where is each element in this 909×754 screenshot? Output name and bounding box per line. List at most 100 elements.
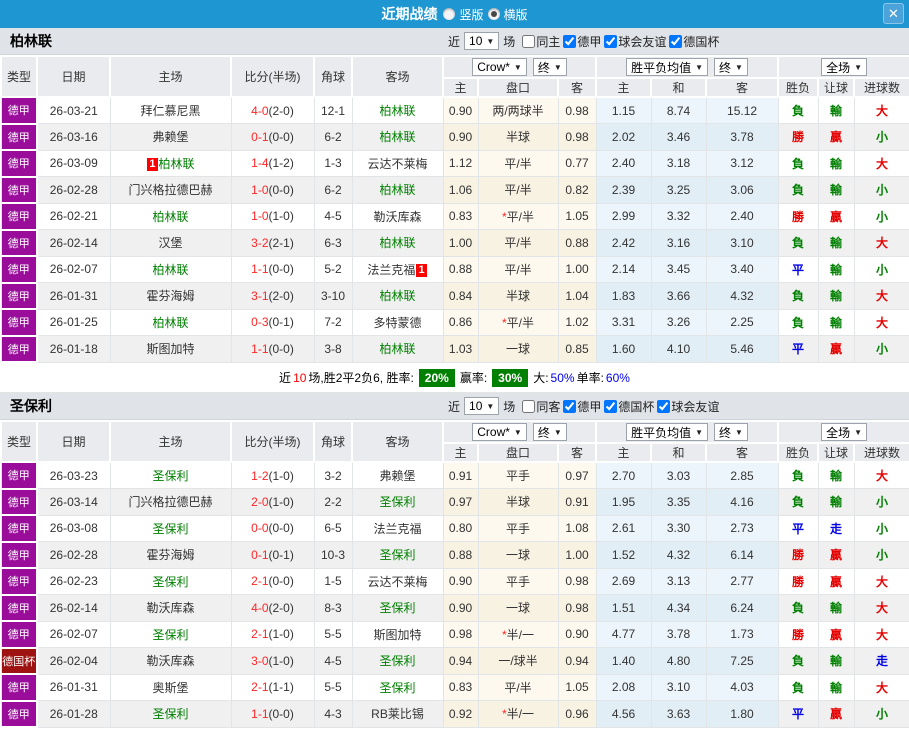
asia-odds-group-header: Crow* ▼ 终 ▼: [441, 55, 598, 79]
goals-result-cell: 小: [853, 255, 909, 283]
euro-draw-odds: 3.78: [650, 620, 707, 648]
match-row: 德甲 26-02-07 柏林联 1-1(0-0) 5-2 法兰克福 1 0.88 平/半 1.00…: [0, 255, 909, 284]
filter-checkbox-item[interactable]: 同主: [522, 33, 560, 50]
corner-score: 5-2: [313, 255, 353, 283]
euro-away-odds: 6.14: [705, 541, 779, 569]
euro-draw-odds: 4.10: [650, 335, 707, 363]
euro-away-odds: 4.16: [705, 488, 779, 516]
league-badge: 德甲: [0, 229, 38, 257]
match-score: 1-1(0-0): [230, 255, 315, 283]
asia-away-odds: 0.91: [557, 488, 597, 516]
filter-checkbox[interactable]: [604, 34, 618, 48]
team-link: 圣保利: [379, 548, 416, 563]
filter-checkbox[interactable]: [604, 399, 618, 413]
match-date: 26-02-23: [36, 567, 111, 595]
euro-away-odds: 3.10: [705, 229, 779, 257]
filter-checkbox[interactable]: [563, 34, 577, 48]
team-link: 多特蒙德: [373, 315, 422, 330]
match-score: 1-0(1-0): [230, 202, 315, 230]
asia-away-odds: 1.04: [557, 282, 597, 310]
filter-checkbox[interactable]: [563, 399, 577, 413]
subcol-euro-home: 主: [595, 442, 653, 463]
result-cell: 負: [777, 96, 819, 124]
scope-select[interactable]: 全场 ▼: [821, 58, 868, 76]
horizontal-layout-radio[interactable]: [487, 8, 500, 20]
bookmaker-select[interactable]: Crow* ▼: [472, 423, 527, 441]
result-cell: 平: [777, 335, 819, 363]
team-link: 斯图加特: [373, 627, 422, 642]
horizontal-layout-label[interactable]: 横版: [504, 6, 528, 23]
match-row: 德甲 26-01-28 圣保利 1-1(0-0) 4-3 RB莱比锡 0.92 *半/一 0.9…: [0, 700, 909, 728]
asia-time-select[interactable]: 终 ▼: [532, 58, 567, 76]
team-link: 汉堡: [158, 236, 183, 251]
asia-away-odds: 0.98: [557, 96, 597, 124]
euro-draw-odds: 3.16: [650, 229, 707, 257]
col-header-score: 比分(半场): [230, 420, 315, 463]
euro-away-odds: 6.24: [705, 594, 779, 622]
team-link: 柏林联: [379, 130, 416, 145]
goals-result-cell: 大: [853, 673, 909, 701]
team-link: 柏林联: [379, 183, 416, 198]
subcol-asia-home: 主: [442, 77, 479, 98]
handicap-result-cell: 輸: [817, 461, 855, 489]
home-team: 斯图加特: [109, 335, 232, 363]
corner-score: 8-3: [313, 594, 353, 622]
match-row: 德甲 26-01-25 柏林联 0-3(0-1) 7-2 多特蒙德 0.86 *平/半 1.02…: [0, 308, 909, 337]
red-card-badge: 1: [147, 157, 158, 171]
filter-checkbox-item[interactable]: 球会友谊: [604, 33, 666, 50]
filter-checkbox-label: 同主: [536, 34, 561, 49]
result-cell: 負: [777, 461, 819, 489]
filter-checkbox[interactable]: [522, 34, 536, 48]
europe-time-select[interactable]: 终 ▼: [714, 58, 748, 76]
filter-checkbox[interactable]: [669, 34, 683, 48]
filter-checkbox-item[interactable]: 德国杯: [604, 398, 654, 415]
europe-time-select[interactable]: 终 ▼: [714, 423, 748, 441]
recent-label: 近: [448, 399, 461, 414]
team-link: 圣保利: [152, 521, 189, 536]
away-team: 柏林联: [351, 282, 444, 310]
asia-away-odds: 0.88: [557, 229, 597, 257]
filter-checkbox-item[interactable]: 德国杯: [669, 33, 719, 50]
bookmaker-select[interactable]: Crow* ▼: [472, 58, 527, 76]
filter-checkbox-item[interactable]: 德甲: [563, 398, 601, 415]
matches-label: 场: [503, 34, 516, 49]
asia-handicap: 一球: [477, 335, 559, 363]
filter-checkbox-item[interactable]: 球会友谊: [657, 398, 719, 415]
record-summary: 近 10 场,胜2平2负6, 胜率: 20% 赢率: 30% 大: 50% 单率: 60…: [0, 363, 909, 393]
summary-text: 近: [279, 371, 292, 385]
filter-checkbox-item[interactable]: 同客: [522, 398, 560, 415]
filter-checkbox-item[interactable]: 德甲: [563, 33, 601, 50]
subcol-handicap: 盘口: [477, 442, 559, 463]
home-team: 霍芬海姆: [109, 282, 232, 310]
result-cell: 負: [777, 308, 819, 336]
summary-text: 赢率:: [459, 371, 488, 385]
close-icon[interactable]: ✕: [883, 3, 904, 24]
result-group-header: 全场 ▼: [777, 55, 909, 79]
match-score: 1-1(0-0): [230, 335, 315, 363]
europe-avg-select[interactable]: 胜平负均值 ▼: [626, 423, 709, 441]
goals-result-cell: 大: [853, 308, 909, 336]
match-count-select[interactable]: 10 ▼: [464, 397, 500, 415]
match-date: 26-02-28: [36, 541, 111, 569]
chevron-down-icon: ▼: [553, 62, 562, 72]
asia-away-odds: 1.00: [557, 541, 597, 569]
home-team: 圣保利: [109, 567, 232, 595]
red-card-badge: 1: [416, 263, 427, 277]
europe-avg-select[interactable]: 胜平负均值 ▼: [626, 58, 709, 76]
league-badge: 德甲: [0, 461, 38, 490]
vertical-layout-radio[interactable]: [443, 8, 456, 20]
vertical-layout-label[interactable]: 竖版: [459, 6, 483, 23]
match-count-select[interactable]: 10 ▼: [464, 32, 500, 50]
recent-matches-table: 类型 日期 主场 比分(半场) 角球 客场 Crow* ▼ 终 ▼ 胜平负均值 ▼ 终…: [0, 420, 909, 728]
filter-checkbox[interactable]: [522, 399, 536, 413]
team-link: 柏林联: [158, 156, 195, 171]
euro-away-odds: 4.03: [705, 673, 779, 701]
asia-handicap: 两/两球半: [477, 96, 559, 124]
match-score: 1-1(0-0): [230, 700, 315, 728]
filter-checkbox[interactable]: [657, 399, 671, 413]
euro-draw-odds: 3.26: [650, 308, 707, 336]
scope-select[interactable]: 全场 ▼: [821, 423, 868, 441]
team-link: 奥斯堡: [152, 680, 189, 695]
asia-time-select[interactable]: 终 ▼: [532, 423, 567, 441]
goals-result-cell: 小: [853, 123, 909, 151]
